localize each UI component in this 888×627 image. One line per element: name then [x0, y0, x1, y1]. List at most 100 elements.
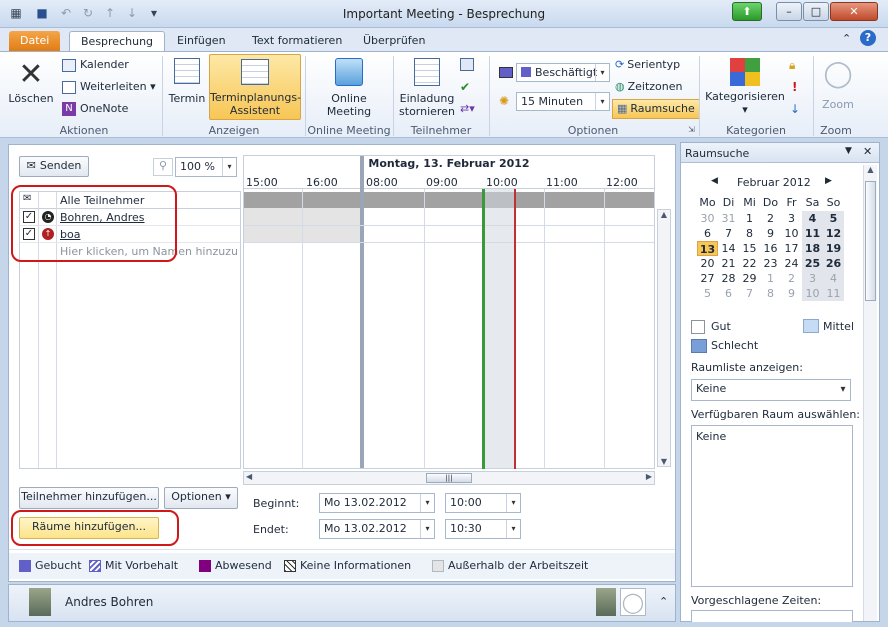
private-lock-icon[interactable]: 🔒︎ [789, 58, 795, 73]
calendar-day[interactable]: 1 [760, 271, 781, 286]
check-names-icon[interactable]: ✔ [460, 80, 470, 94]
unknown-person-icon[interactable]: ◯ [620, 588, 646, 616]
calendar-day[interactable]: 6 [718, 286, 739, 301]
appointment-button[interactable]: Termin [166, 58, 208, 105]
add-attendees-button[interactable]: Teilnehmer hinzufügen... [19, 487, 159, 509]
time-zones-button[interactable]: ◍ Zeitzonen [615, 80, 683, 94]
calendar-day[interactable]: 13 [697, 241, 718, 256]
calendar-day[interactable]: 1 [739, 211, 760, 226]
dialog-launcher-icon[interactable]: ⇲ [688, 125, 695, 134]
calendar-button[interactable]: Kalender [62, 58, 129, 72]
calendar-day[interactable]: 11 [823, 286, 844, 301]
scroll-left-icon[interactable]: ◀ [246, 472, 252, 481]
calendar-day[interactable]: 15 [739, 241, 760, 256]
calendar-day[interactable]: 4 [802, 211, 823, 226]
send-button[interactable]: ✉ Senden [19, 156, 89, 177]
calendar-day[interactable]: 31 [718, 211, 739, 226]
tab-ueberpruefen[interactable]: Überprüfen [352, 31, 436, 52]
calendar-day[interactable]: 24 [781, 256, 802, 271]
calendar-day[interactable]: 28 [718, 271, 739, 286]
roomlist-select[interactable]: Keine ▾ [691, 379, 851, 401]
suggested-times-list[interactable] [691, 610, 853, 622]
list-item[interactable]: Keine [696, 430, 726, 443]
vertical-scrollbar[interactable]: ▲ ▼ [657, 209, 671, 467]
end-time-marker[interactable] [514, 189, 516, 469]
calendar-day[interactable]: 21 [718, 256, 739, 271]
tab-datei[interactable]: Datei [9, 31, 61, 52]
forward-button[interactable]: Weiterleiten ▾ [62, 80, 156, 94]
pane-close-icon[interactable]: ✕ [863, 145, 872, 158]
calendar-day[interactable]: 18 [802, 241, 823, 256]
start-time-field[interactable]: 10:00 ▾ [445, 493, 521, 513]
calendar-day[interactable]: 22 [739, 256, 760, 271]
calendar-day[interactable]: 14 [718, 241, 739, 256]
pane-menu-icon[interactable]: ▼ [845, 146, 852, 156]
high-importance-icon[interactable]: ! [792, 80, 797, 94]
zoom-select[interactable]: 100 % ▾ [175, 157, 237, 177]
calendar-day[interactable]: 26 [823, 256, 844, 271]
zoom-button[interactable]: ◯ Zoom [818, 58, 858, 111]
calendar-day[interactable]: 27 [697, 271, 718, 286]
help-icon[interactable]: ? [860, 30, 876, 46]
calendar-day[interactable]: 8 [739, 226, 760, 241]
scroll-thumb[interactable]: ||| [426, 473, 472, 483]
calendar-day[interactable]: 9 [781, 286, 802, 301]
calendar-day[interactable]: 3 [802, 271, 823, 286]
calendar-day[interactable]: 19 [823, 241, 844, 256]
response-options-icon[interactable]: ⇄▾ [460, 102, 475, 115]
calendar-day[interactable]: 7 [718, 226, 739, 241]
scroll-up-icon[interactable]: ▲ [658, 210, 670, 219]
scroll-right-icon[interactable]: ▶ [646, 472, 652, 481]
calendar-day[interactable]: 10 [802, 286, 823, 301]
onenote-button[interactable]: N OneNote [62, 102, 128, 116]
scroll-down-icon[interactable]: ▼ [658, 457, 670, 466]
calendar-day[interactable]: 30 [697, 211, 718, 226]
options-button[interactable]: Optionen ▾ [164, 487, 238, 509]
calendar-day[interactable]: 7 [739, 286, 760, 301]
delete-button[interactable]: ✕ Löschen [8, 58, 54, 106]
room-finder-button[interactable]: ▦ Raumsuche [612, 99, 700, 119]
calendar-day[interactable]: 2 [760, 211, 781, 226]
pane-scrollbar[interactable]: ▲ [863, 165, 877, 621]
online-meeting-button[interactable]: Online Meeting [318, 58, 380, 118]
categorize-button[interactable]: Kategorisieren ▾ [704, 58, 786, 116]
calendar-day[interactable]: 16 [760, 241, 781, 256]
calendar-day[interactable]: 25 [802, 256, 823, 271]
connect-icon[interactable]: ⬆ [732, 2, 762, 21]
pane-scroll-up-icon[interactable]: ▲ [864, 165, 877, 174]
recurrence-button[interactable]: ⟳ Serientyp [615, 58, 680, 72]
prev-month-icon[interactable]: ◀ [711, 176, 718, 186]
collapse-ribbon-icon[interactable]: ⌃ [842, 32, 851, 45]
calendar-day[interactable]: 4 [823, 271, 844, 286]
tab-besprechung[interactable]: Besprechung [69, 31, 166, 53]
calendar-day[interactable]: 9 [760, 226, 781, 241]
end-date-field[interactable]: Mo 13.02.2012 ▾ [319, 519, 435, 539]
calendar-day[interactable]: 3 [781, 211, 802, 226]
zoom-search-icon[interactable]: ⚲ [153, 158, 173, 176]
calendar-day[interactable]: 12 [823, 226, 844, 241]
start-time-marker[interactable] [482, 189, 485, 469]
minimize-button[interactable]: – [776, 2, 802, 21]
avatar[interactable] [29, 588, 51, 616]
avatar[interactable] [596, 588, 616, 616]
calendar-day[interactable]: 10 [781, 226, 802, 241]
calendar-day[interactable]: 20 [697, 256, 718, 271]
close-button[interactable]: ✕ [830, 2, 878, 21]
available-rooms-list[interactable]: Keine [691, 425, 853, 587]
calendar-day[interactable]: 5 [823, 211, 844, 226]
maximize-button[interactable]: □ [803, 2, 829, 21]
scheduling-assistant-button[interactable]: Terminplanungs- Assistent [209, 54, 301, 120]
tab-text-formatieren[interactable]: Text formatieren [241, 31, 353, 52]
start-date-field[interactable]: Mo 13.02.2012 ▾ [319, 493, 435, 513]
meeting-time-selection[interactable] [483, 189, 515, 469]
calendar-day[interactable]: 17 [781, 241, 802, 256]
horizontal-scrollbar[interactable]: ◀ ||| ▶ [243, 471, 655, 485]
calendar-day[interactable]: 6 [697, 226, 718, 241]
calendar-day[interactable]: 8 [760, 286, 781, 301]
pane-scroll-thumb[interactable] [865, 181, 876, 301]
next-month-icon[interactable]: ▶ [825, 176, 832, 186]
cancel-invitation-button[interactable]: Einladung stornieren [396, 58, 458, 118]
calendar-day[interactable]: 5 [697, 286, 718, 301]
reminder-select[interactable]: 15 Minuten ▾ [516, 92, 610, 111]
calendar-day[interactable]: 11 [802, 226, 823, 241]
